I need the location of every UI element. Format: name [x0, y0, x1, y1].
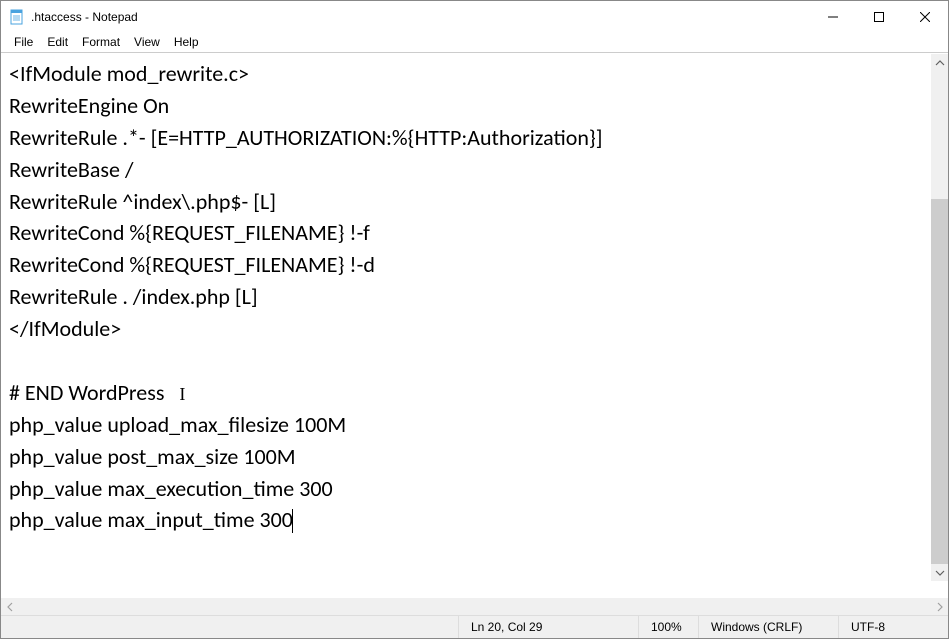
scroll-right-icon[interactable]: [931, 598, 948, 615]
editor-line: RewriteCond %{REQUEST_FILENAME} !-f: [9, 217, 940, 249]
editor-line: [9, 345, 940, 377]
menu-format[interactable]: Format: [75, 34, 127, 50]
editor-line: RewriteRule . /index.php [L]: [9, 281, 940, 313]
editor-line: RewriteCond %{REQUEST_FILENAME} !-d: [9, 249, 940, 281]
horizontal-scrollbar[interactable]: [1, 598, 948, 615]
editor-line: RewriteEngine On: [9, 90, 940, 122]
editor-line: php_value max_input_time 300: [9, 504, 940, 536]
menu-bar: File Edit Format View Help: [1, 33, 948, 53]
status-line-ending: Windows (CRLF): [698, 616, 838, 638]
status-spacer: [1, 616, 458, 638]
menu-edit[interactable]: Edit: [40, 34, 75, 50]
notepad-icon: [9, 9, 25, 25]
editor-line: RewriteRule .*- [E=HTTP_AUTHORIZATION:%{…: [9, 122, 940, 154]
scroll-left-icon[interactable]: [1, 598, 18, 615]
text-cursor-icon: I: [179, 384, 185, 404]
editor-line: php_value upload_max_filesize 100M: [9, 409, 940, 441]
editor-line: php_value post_max_size 100M: [9, 441, 940, 473]
text-editor[interactable]: <IfModule mod_rewrite.c>RewriteEngine On…: [1, 54, 948, 598]
menu-view[interactable]: View: [127, 34, 167, 50]
vertical-scroll-thumb[interactable]: [931, 199, 948, 564]
minimize-button[interactable]: [810, 1, 856, 32]
text-caret: [292, 509, 293, 533]
window-controls: [810, 1, 948, 32]
editor-line: RewriteRule ^index\.php$- [L]: [9, 186, 940, 218]
title-bar: .htaccess - Notepad: [1, 1, 948, 33]
status-position: Ln 20, Col 29: [458, 616, 638, 638]
window-title: .htaccess - Notepad: [31, 10, 138, 24]
editor-line: RewriteBase /: [9, 154, 940, 186]
vertical-scroll-track[interactable]: [931, 71, 948, 564]
scroll-down-icon[interactable]: [931, 564, 948, 581]
editor-line: php_value max_execution_time 300: [9, 473, 940, 505]
status-zoom: 100%: [638, 616, 698, 638]
vertical-scrollbar[interactable]: [931, 54, 948, 581]
editor-line: <IfModule mod_rewrite.c>: [9, 58, 940, 90]
editor-wrap: <IfModule mod_rewrite.c>RewriteEngine On…: [1, 54, 948, 598]
editor-line: # END WordPress I: [9, 377, 940, 409]
menu-help[interactable]: Help: [167, 34, 206, 50]
close-button[interactable]: [902, 1, 948, 32]
status-bar: Ln 20, Col 29 100% Windows (CRLF) UTF-8: [1, 615, 948, 638]
editor-line: </IfModule>: [9, 313, 940, 345]
menu-file[interactable]: File: [7, 34, 40, 50]
scroll-up-icon[interactable]: [931, 54, 948, 71]
maximize-button[interactable]: [856, 1, 902, 32]
horizontal-scroll-track[interactable]: [18, 598, 931, 615]
status-encoding: UTF-8: [838, 616, 948, 638]
